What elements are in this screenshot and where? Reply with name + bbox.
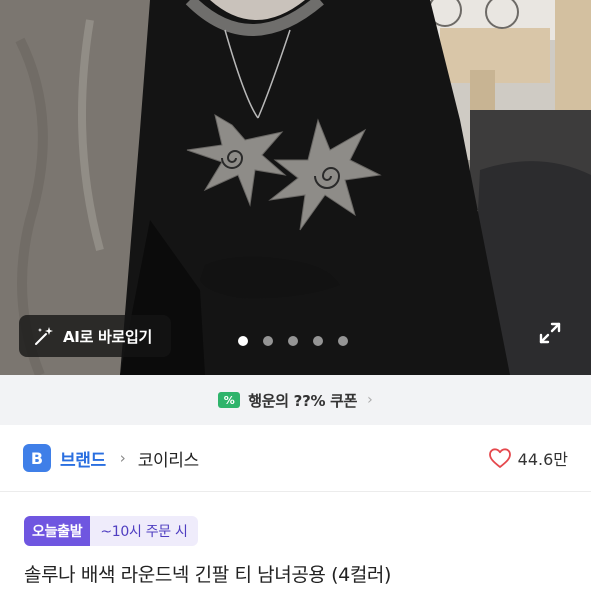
magic-wand-icon	[35, 327, 53, 345]
expand-icon	[539, 322, 561, 344]
brand-badge-icon: B	[23, 444, 51, 472]
carousel-dot[interactable]	[313, 336, 323, 346]
coupon-percent-icon: %	[218, 392, 241, 408]
breadcrumb-chevron-icon: ›	[119, 449, 126, 467]
carousel-dot[interactable]	[238, 336, 248, 346]
carousel-dot[interactable]	[263, 336, 273, 346]
ai-try-on-button[interactable]: AI로 바로입기	[19, 315, 171, 357]
carousel-dot[interactable]	[288, 336, 298, 346]
brand-row: B 브랜드 › 코이리스 44.6만	[0, 425, 591, 491]
today-shipping-tag: 오늘출발	[24, 516, 91, 546]
product-title: 솔루나 배색 라운드넥 긴팔 티 남녀공용 (4컬러)	[24, 564, 391, 586]
like-count: 44.6만	[517, 450, 568, 469]
like-button[interactable]: 44.6만	[488, 446, 568, 470]
expand-image-button[interactable]	[530, 313, 570, 353]
delivery-badge: 오늘출발 ~10시 주문 시	[24, 516, 198, 546]
order-cutoff-note: ~10시 주문 시	[90, 516, 198, 546]
brand-name-link[interactable]: 코이리스	[138, 446, 199, 471]
chevron-right-icon: ›	[367, 392, 373, 408]
carousel-dot[interactable]	[338, 336, 348, 346]
heart-icon	[488, 448, 511, 468]
lucky-coupon-banner[interactable]: % 행운의 ??% 쿠폰 ›	[0, 375, 591, 425]
brand-label[interactable]: 브랜드	[60, 446, 106, 471]
ai-try-on-label: AI로 바로입기	[63, 327, 153, 346]
coupon-text: 행운의 ??% 쿠폰	[248, 391, 358, 410]
carousel-indicator	[238, 336, 348, 346]
section-divider	[0, 491, 591, 492]
product-image-carousel[interactable]: AI로 바로입기	[0, 0, 591, 375]
